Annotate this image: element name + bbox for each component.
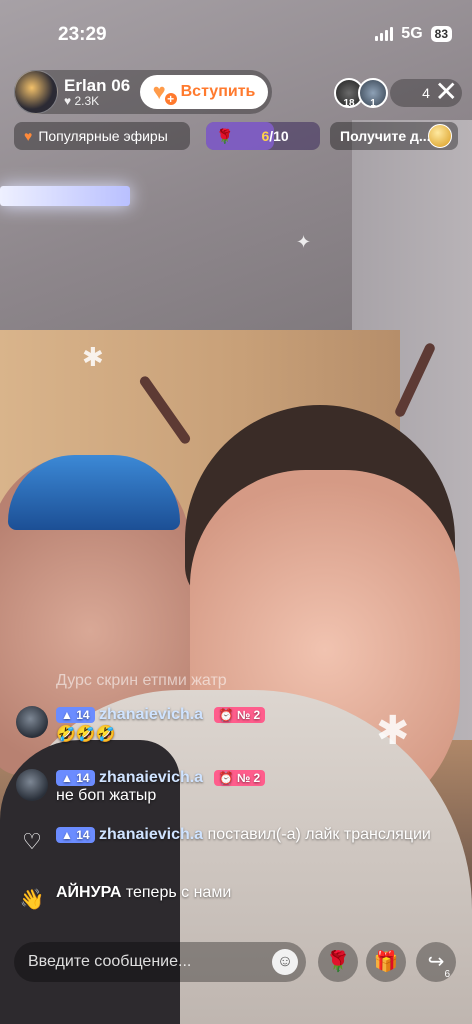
comment-text: 🤣🤣🤣 <box>56 726 116 743</box>
share-count: 6 <box>444 969 450 980</box>
network-type: 5G <box>401 25 423 42</box>
level-badge: ▲ 14 <box>56 770 95 786</box>
viewer-avatar[interactable]: 1 <box>358 78 388 109</box>
level-value: 14 <box>76 708 90 722</box>
fan-rank: № 2 <box>236 771 261 785</box>
level-badge: ▲ 14 <box>56 827 95 843</box>
rewards-chip[interactable]: Получите д... <box>330 122 458 150</box>
battery-icon: 83 <box>430 26 452 42</box>
comment-text: поставил(-а) лайк трансляции <box>207 826 431 843</box>
like-heart-icon: ♡ <box>22 829 42 854</box>
share-button[interactable]: ↪ 6 <box>416 942 456 982</box>
gift-icon: 🎁 <box>373 951 399 973</box>
video-caption: Дурс скрин етпми жатр <box>56 672 227 689</box>
level-value: 14 <box>76 771 90 785</box>
status-time: 23:29 <box>58 24 107 45</box>
emoji-icon[interactable]: ☺ <box>272 949 298 975</box>
gift-button[interactable]: 🎁 <box>366 942 406 982</box>
viewer-rank: 18 <box>343 98 355 109</box>
share-icon: ↪ <box>427 951 445 973</box>
coin-icon <box>428 124 452 148</box>
fan-badge: ⏰ № 2 <box>213 707 266 723</box>
comment-username[interactable]: zhanaievich.a <box>99 769 203 786</box>
gift-goal-chip[interactable]: 🌹 6/10 <box>206 122 320 150</box>
heart-icon: ♥ <box>24 128 33 144</box>
join-button-label: Вступить <box>180 83 256 100</box>
rewards-label: Получите д... <box>340 128 431 144</box>
comment-username[interactable]: АЙНУРА <box>56 884 121 901</box>
heart-plus-icon <box>153 79 177 105</box>
host-name: Erlan 06 <box>64 75 131 95</box>
comment-item[interactable]: ▲ 14 zhanaievich.a ⏰ № 2 не боп жатыр <box>16 769 266 805</box>
level-value: 14 <box>76 828 90 842</box>
rose-icon: 🌹 <box>216 127 234 144</box>
signal-icon <box>375 27 394 41</box>
comment-item[interactable]: ♡ ▲ 14 zhanaievich.a поставил(-а) лайк т… <box>16 826 436 858</box>
commenter-avatar[interactable] <box>16 706 48 738</box>
comment-item[interactable]: ▲ 14 zhanaievich.a ⏰ № 2 🤣🤣🤣 <box>16 706 266 744</box>
message-placeholder: Введите сообщение... <box>28 953 192 970</box>
comment-username[interactable]: zhanaievich.a <box>99 706 203 723</box>
comment-text: не боп жатыр <box>56 787 157 804</box>
comment-item[interactable]: 👋 АЙНУРА теперь с нами <box>16 884 232 916</box>
join-button[interactable]: Вступить <box>140 75 268 109</box>
rose-gift-button[interactable]: 🌹 <box>318 942 358 982</box>
host-avatar[interactable] <box>14 70 58 114</box>
host-card[interactable]: Erlan 06 ♥ 2.3K Вступить <box>14 70 272 114</box>
status-bar: 5G 83 <box>375 25 452 43</box>
wave-hand-icon: 👋 <box>19 889 45 911</box>
fan-rank: № 2 <box>236 708 261 722</box>
message-input[interactable]: Введите сообщение... ☺ <box>14 942 306 982</box>
fan-badge: ⏰ № 2 <box>213 770 266 786</box>
host-likes-count: 2.3K <box>74 93 100 108</box>
bottom-bar: Введите сообщение... ☺ 🌹 🎁 ↪ 6 <box>14 942 458 982</box>
comment-text: теперь с нами <box>125 884 232 901</box>
viewer-rank: 1 <box>370 98 376 109</box>
goal-total: /10 <box>269 128 289 144</box>
heart-icon: ♥ <box>64 93 72 108</box>
rose-icon: 🌹 <box>325 951 351 973</box>
comment-username[interactable]: zhanaievich.a <box>99 826 203 843</box>
goal-progress: 6/10 <box>261 128 288 144</box>
level-badge: ▲ 14 <box>56 707 95 723</box>
close-icon[interactable]: ✕ <box>435 78 458 106</box>
host-likes: ♥ 2.3K <box>64 93 130 108</box>
commenter-avatar[interactable] <box>16 769 48 801</box>
popular-streams-label: Популярные эфиры <box>38 128 168 144</box>
popular-streams-chip[interactable]: ♥ Популярные эфиры <box>14 122 190 150</box>
